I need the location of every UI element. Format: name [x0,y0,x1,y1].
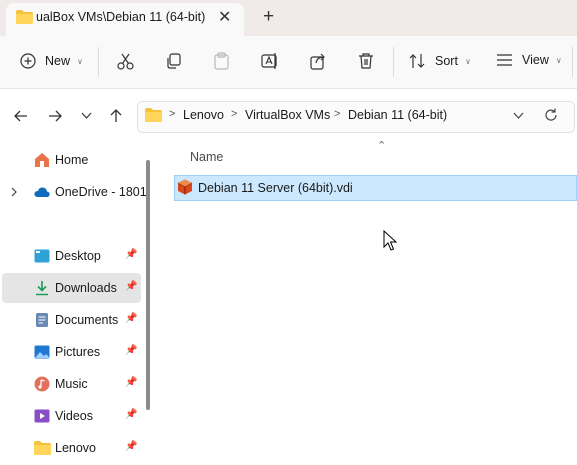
sidebar-item-label: OneDrive - 1801 [55,185,147,199]
sidebar-item-downloads[interactable]: Downloads 📌 [2,273,141,303]
breadcrumb-separator: > [169,108,176,120]
desktop-icon [34,249,50,263]
sort-button-label: Sort [435,54,458,68]
toolbar-divider [393,47,394,77]
sidebar-item-documents[interactable]: Documents 📌 [2,305,141,335]
pin-icon[interactable]: 📌 [125,377,137,388]
copy-icon[interactable] [165,53,182,70]
pin-icon[interactable]: 📌 [125,249,137,260]
file-name: Debian 11 Server (64bit).vdi [198,181,353,195]
picture-icon [34,345,50,359]
sidebar-item-label: Pictures [55,345,101,359]
view-button-label: View [522,53,549,67]
folder-icon [145,108,162,122]
plus-circle-icon [20,53,36,69]
sidebar-item-label: Downloads [55,281,117,295]
cut-icon[interactable] [117,53,134,70]
breadcrumb-virtualbox-vms[interactable]: VirtualBox VMs [245,108,330,122]
toolbar-divider [98,47,99,77]
toolbar-divider [572,47,573,77]
chevron-down-icon: ∨ [77,56,83,66]
cloud-icon [34,187,50,197]
document-icon [36,313,48,327]
home-icon [35,153,49,167]
sort-ascending-caret-icon: ⌃ [377,140,387,152]
sidebar-item-label: Documents [55,313,119,327]
folder-icon [34,441,51,455]
breadcrumb-separator: > [334,108,341,120]
sidebar-item-videos[interactable]: Videos 📌 [2,401,141,431]
sidebar-item-label: Desktop [55,249,101,263]
sidebar-item-onedrive[interactable]: OneDrive - 1801 [2,177,147,207]
pin-icon[interactable]: 📌 [125,313,137,324]
music-icon [34,376,50,392]
delete-icon[interactable] [358,52,374,70]
view-icon [497,54,512,66]
pin-icon[interactable]: 📌 [125,441,137,452]
recent-locations-chevron-icon[interactable] [81,112,92,120]
sidebar-item-label: Videos [55,409,93,423]
expand-chevron-icon[interactable] [11,187,18,197]
refresh-icon[interactable] [544,108,558,122]
forward-arrow-icon[interactable] [48,109,63,123]
pin-icon[interactable]: 📌 [125,409,137,420]
sidebar-item-label: Lenovo [55,441,97,455]
sidebar-item-music[interactable]: Music 📌 [2,369,141,399]
paste-icon[interactable] [213,52,230,70]
back-arrow-icon[interactable] [13,109,28,123]
breadcrumb-lenovo[interactable]: Lenovo [183,108,224,122]
address-history-chevron-icon[interactable] [513,112,524,119]
sidebar-item-pictures[interactable]: Pictures 📌 [2,337,141,367]
mouse-cursor-icon [383,230,397,251]
tab-title: ualBox VMs\Debian 11 (64-bit) [36,10,206,24]
rename-icon[interactable] [261,52,279,70]
video-icon [34,409,50,423]
chevron-down-icon: ∨ [464,56,471,66]
command-bar [0,36,577,89]
virtualbox-disk-icon [177,179,193,195]
folder-icon [16,10,33,24]
new-button[interactable]: New ∨ [20,53,83,69]
new-tab-button[interactable]: + [263,6,274,28]
sidebar-item-home[interactable]: Home [2,145,141,175]
column-header-name[interactable]: Name [190,150,223,164]
sidebar-item-desktop[interactable]: Desktop 📌 [2,241,141,271]
new-button-label: New [45,54,71,68]
sort-button[interactable]: Sort ∨ [409,53,471,69]
breadcrumb-debian[interactable]: Debian 11 (64-bit) [348,108,447,122]
pin-icon[interactable]: 📌 [125,281,137,292]
pin-icon[interactable]: 📌 [125,345,137,356]
sidebar-item-lenovo[interactable]: Lenovo 📌 [2,433,141,463]
up-arrow-icon[interactable] [109,108,123,123]
sort-icon [409,54,425,68]
chevron-down-icon: ∨ [555,55,562,65]
view-button[interactable]: View ∨ [496,53,562,67]
close-tab-icon[interactable]: ✕ [218,7,231,27]
share-icon[interactable] [310,52,328,70]
sidebar-scrollbar[interactable] [146,160,150,410]
breadcrumb-separator: > [231,108,238,120]
sidebar-item-label: Music [55,377,88,391]
sidebar-item-label: Home [55,153,89,167]
download-icon [36,281,48,296]
